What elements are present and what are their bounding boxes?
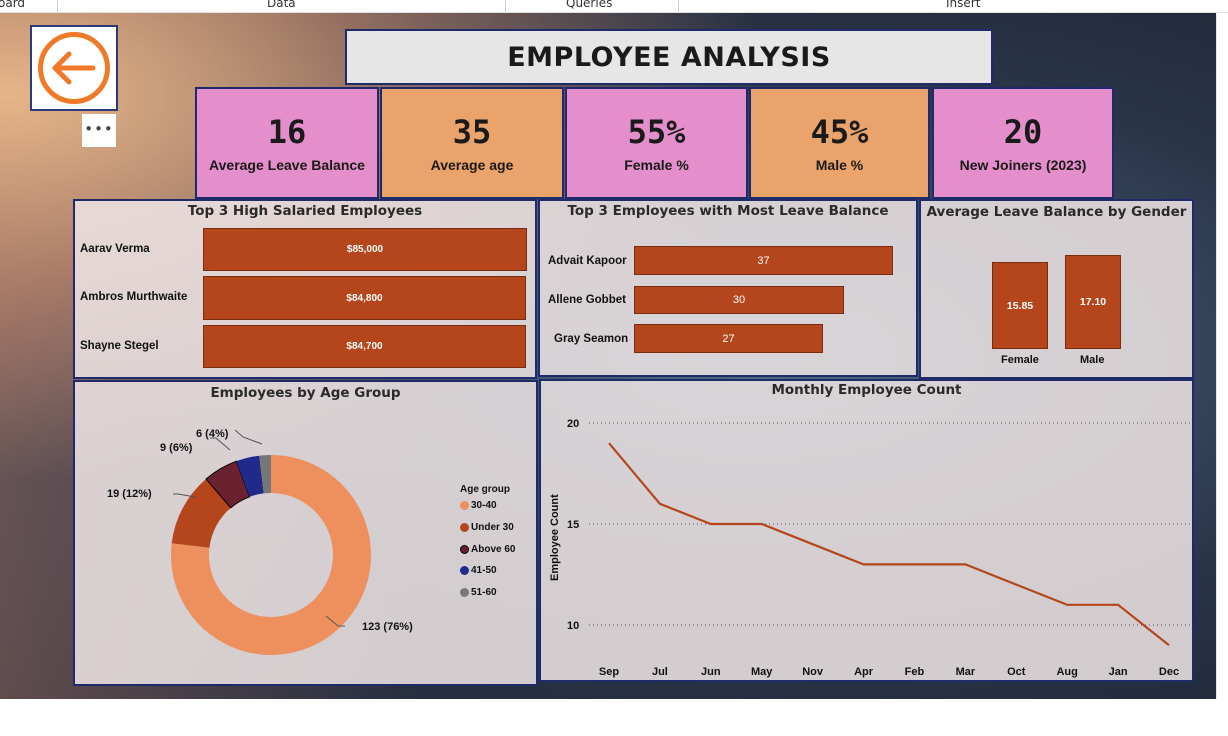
gender-axis-label: Male — [1080, 354, 1105, 366]
slice-label: 6 (4%) — [196, 428, 229, 440]
kpi-label: Average age — [430, 157, 514, 173]
gender-leave-panel[interactable]: Average Leave Balance by Gender 15.85 17… — [919, 199, 1194, 379]
salary-bar[interactable]: $84,700 — [203, 325, 526, 368]
slice-label: 19 (12%) — [107, 488, 152, 500]
salary-bar[interactable]: $85,000 — [203, 228, 527, 271]
arrow-left-icon — [38, 32, 110, 104]
kpi-label: Male % — [815, 157, 864, 173]
legend-item[interactable]: Under 30 — [460, 522, 514, 533]
menu-separator — [57, 0, 58, 12]
kpi-value: 45% — [810, 113, 869, 151]
kpi-card-male-pct: 45% Male % — [749, 87, 930, 199]
y-tick-label: 10 — [567, 620, 579, 632]
menu-bar: oard Data Queries Insert — [0, 0, 1228, 13]
x-tick-label: Jun — [701, 666, 721, 678]
legend-label: 41-50 — [471, 565, 497, 576]
x-tick-label: Oct — [1007, 666, 1026, 678]
legend-label: Above 60 — [471, 544, 516, 555]
employee-name: Ambros Murthwaite — [80, 291, 188, 303]
kpi-label: Average Leave Balance — [209, 157, 365, 173]
legend-dot — [460, 545, 469, 554]
age-group-panel[interactable]: Employees by Age Group 6 (4%) 9 (6%) 19 … — [73, 380, 538, 686]
monthly-count-panel[interactable]: Monthly Employee Count 20 15 10 Sep Jul Jun M… — [539, 379, 1194, 682]
kpi-label: New Joiners (2023) — [959, 157, 1087, 173]
legend-label: 30-40 — [471, 500, 497, 511]
legend-label: Under 30 — [471, 522, 514, 533]
kpi-value: 35 — [452, 113, 492, 151]
salaried-employees-panel[interactable]: Top 3 High Salaried Employees Aarav Verm… — [73, 199, 537, 379]
panel-title: Top 3 Employees with Most Leave Balance — [567, 203, 889, 219]
more-options-button[interactable]: ••• — [82, 114, 116, 147]
legend-title: Age group — [460, 484, 510, 495]
report-root: oard Data Queries Insert ••• EMPLOYEE AN… — [0, 0, 1228, 736]
leave-bar[interactable]: 37 — [634, 246, 893, 275]
panel-title: Top 3 High Salaried Employees — [187, 203, 423, 219]
vertical-scrollbar[interactable] — [1216, 13, 1228, 699]
employee-name: Advait Kapoor — [548, 255, 627, 267]
kpi-value: 20 — [1003, 113, 1043, 151]
slice-label: 123 (76%) — [362, 621, 413, 633]
x-tick-label: Jan — [1109, 666, 1128, 678]
legend-dot — [460, 566, 469, 575]
x-tick-label: Sep — [599, 666, 619, 678]
legend-dot — [460, 501, 469, 510]
leave-balance-panel[interactable]: Top 3 Employees with Most Leave Balance … — [538, 199, 918, 377]
kpi-value: 16 — [267, 113, 307, 151]
kpi-card-average-age: 35 Average age — [380, 87, 564, 199]
x-tick-label: Feb — [905, 666, 925, 678]
page-title-box: EMPLOYEE ANALYSIS — [345, 29, 993, 85]
callout-line — [234, 429, 263, 445]
x-tick-label: Mar — [956, 666, 976, 678]
x-tick-label: Nov — [802, 666, 824, 678]
gender-bar-male[interactable]: 17.10 — [1065, 255, 1121, 349]
employee-name: Aarav Verma — [80, 243, 150, 255]
x-tick-label: Aug — [1056, 666, 1077, 678]
menu-separator — [678, 0, 679, 12]
legend-dot — [460, 523, 469, 532]
slice-label: 9 (6%) — [160, 442, 193, 454]
panel-title: Average Leave Balance by Gender — [926, 204, 1187, 220]
leave-bar[interactable]: 27 — [634, 324, 823, 353]
legend-item[interactable]: 41-50 — [460, 565, 497, 576]
employee-name: Gray Seamon — [554, 333, 629, 345]
legend-item[interactable]: Above 60 — [460, 544, 515, 555]
menu-tab-data[interactable]: Data — [267, 0, 296, 10]
page-title: EMPLOYEE ANALYSIS — [507, 41, 831, 73]
leave-bar[interactable]: 30 — [634, 286, 844, 314]
menu-separator — [505, 0, 506, 12]
legend-item[interactable]: 30-40 — [460, 500, 497, 511]
gender-axis-label: Female — [1001, 354, 1039, 366]
legend-label: 51-60 — [471, 587, 497, 598]
menu-tab-dashboard[interactable]: oard — [0, 0, 25, 10]
x-tick-label: Jul — [652, 666, 668, 678]
salary-bar[interactable]: $84,800 — [203, 276, 526, 320]
report-canvas: ••• EMPLOYEE ANALYSIS 16 Average Leave B… — [0, 13, 1216, 699]
menu-tab-queries[interactable]: Queries — [566, 0, 612, 10]
footer-area — [0, 699, 1228, 736]
employee-name: Shayne Stegel — [80, 340, 159, 352]
legend-dot — [460, 588, 469, 597]
line-series[interactable] — [608, 442, 1170, 647]
x-tick-label: Dec — [1159, 666, 1179, 678]
employee-name: Allene Gobbet — [548, 294, 626, 306]
age-donut-chart[interactable]: 6 (4%) 9 (6%) 19 (12%) 123 (76%) — [75, 382, 536, 684]
monthly-line-chart[interactable]: 20 15 10 Sep Jul Jun May Nov Apr Feb Mar Oct Aug Jan… — [541, 381, 1192, 680]
y-tick-label: 15 — [567, 519, 579, 531]
x-tick-label: May — [751, 666, 773, 678]
kpi-card-female-pct: 55% Female % — [565, 87, 748, 199]
legend-item[interactable]: 51-60 — [460, 587, 497, 598]
y-axis-label: Employee Count — [549, 494, 561, 581]
kpi-value: 55% — [627, 113, 686, 151]
back-button[interactable] — [30, 25, 118, 111]
kpi-label: Female % — [624, 157, 689, 173]
x-tick-label: Apr — [854, 666, 874, 678]
gender-bar-female[interactable]: 15.85 — [992, 262, 1048, 349]
kpi-card-leave-balance: 16 Average Leave Balance — [195, 87, 379, 199]
menu-tab-insert[interactable]: Insert — [946, 0, 980, 10]
kpi-card-new-joiners: 20 New Joiners (2023) — [932, 87, 1114, 199]
y-tick-label: 20 — [567, 418, 579, 430]
